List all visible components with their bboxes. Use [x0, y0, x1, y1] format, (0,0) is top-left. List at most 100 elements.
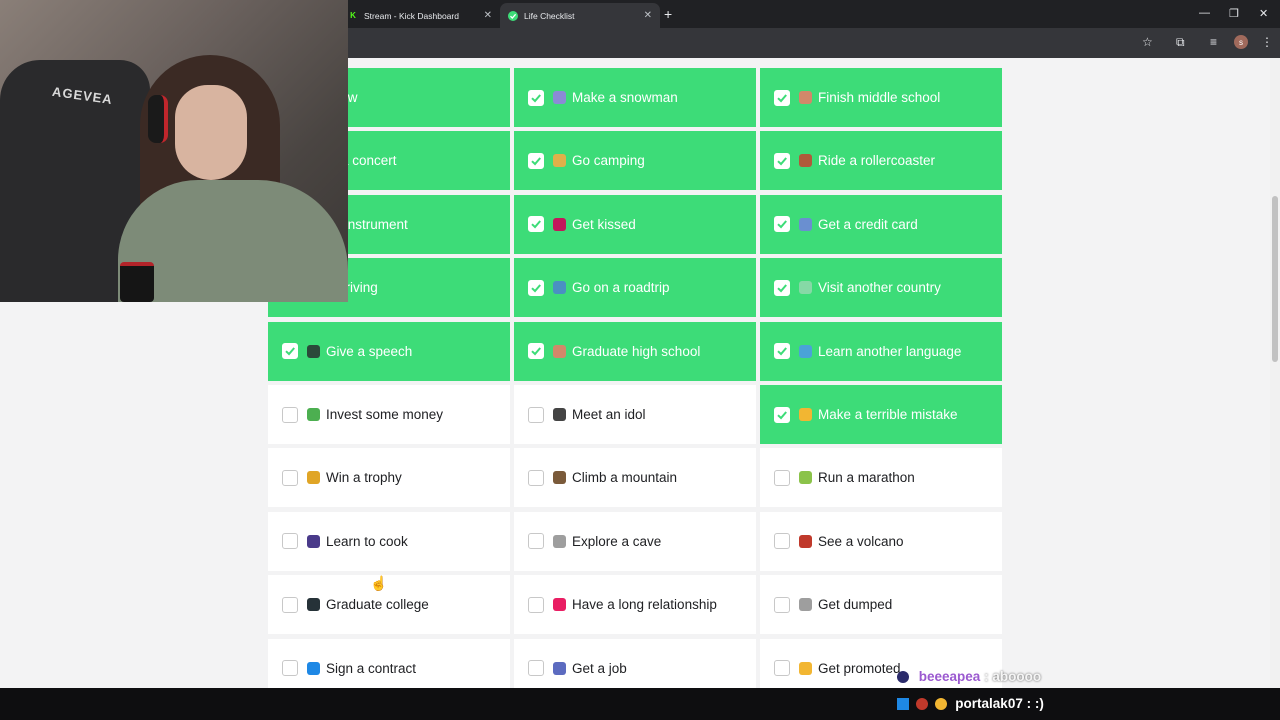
checkbox[interactable] [774, 343, 790, 360]
checklist-item[interactable]: Graduate college [268, 575, 510, 635]
star-icon[interactable]: ☆ [1142, 35, 1153, 49]
tab-title: Life Checklist [524, 10, 575, 21]
mug-icon [120, 262, 154, 302]
checkbox[interactable] [774, 216, 790, 233]
checklist-item[interactable]: Learn another language [760, 321, 1002, 381]
stream-bottom-bar: portalak07 : :) [0, 688, 1280, 720]
checklist-item[interactable]: Sign a contract [268, 638, 510, 688]
checklist-item[interactable]: Get dumped [760, 575, 1002, 635]
volcano-icon [799, 534, 812, 548]
checklist-item[interactable]: Invest some money [268, 385, 510, 444]
checklist-item[interactable]: Make a terrible mistake [760, 385, 1002, 444]
close-icon[interactable]: ✕ [484, 10, 492, 21]
restore-icon[interactable]: ❐ [1229, 7, 1239, 20]
checkbox[interactable] [282, 469, 298, 486]
scrollbar-thumb[interactable] [1272, 196, 1278, 362]
chat-message: portalak07 : :) [897, 696, 1044, 711]
checkbox[interactable] [528, 469, 544, 486]
snowman-icon [553, 91, 566, 104]
checklist-item[interactable]: Get a job [514, 638, 756, 688]
trash-icon [799, 598, 812, 612]
chat-text: : :) [1026, 696, 1044, 711]
checkbox[interactable] [774, 469, 790, 486]
checkbox[interactable] [774, 596, 790, 613]
checkbox[interactable] [774, 89, 790, 106]
checklist-item-label: Get a job [572, 660, 627, 676]
checklist-item[interactable]: Learn to cook [268, 511, 510, 571]
checklist-item[interactable]: Have a long relationship [514, 575, 756, 635]
checklist-item[interactable]: Make a snowman [514, 68, 756, 127]
chat-username: portalak07 [955, 696, 1023, 711]
media-control-icon[interactable]: ≡ [1210, 35, 1217, 49]
checkbox[interactable] [528, 216, 544, 233]
chat-text: : aboooo [984, 669, 1042, 684]
checklist-item-label: Graduate high school [572, 343, 701, 359]
menu-kebab-icon[interactable]: ⋮ [1261, 35, 1273, 49]
mouse-cursor-icon: ☝ [370, 575, 388, 591]
checkbox[interactable] [774, 406, 790, 423]
checklist-item[interactable]: Finish middle school [760, 68, 1002, 127]
check-circle-icon [508, 10, 518, 21]
chat-avatar-icon [897, 671, 909, 684]
checkbox[interactable] [528, 596, 544, 613]
hearts-icon [553, 598, 566, 612]
checkbox[interactable] [774, 533, 790, 550]
checklist-item[interactable]: Explore a cave [514, 511, 756, 571]
minimize-icon[interactable]: — [1199, 7, 1210, 19]
profile-avatar[interactable]: s [1234, 35, 1248, 49]
checkbox[interactable] [528, 152, 544, 169]
graduation-cap-icon [307, 598, 320, 612]
kick-logo-icon: K [350, 11, 356, 20]
checkbox[interactable] [528, 533, 544, 550]
camera-icon [553, 408, 566, 421]
mountain-icon [553, 471, 566, 485]
checklist-item-label: Run a marathon [818, 470, 915, 486]
page-scrollbar[interactable] [1270, 58, 1280, 688]
checklist-item[interactable]: Get a credit card [760, 194, 1002, 254]
checkbox[interactable] [774, 279, 790, 296]
checklist-item-label: Invest some money [326, 407, 444, 422]
close-window-icon[interactable]: ✕ [1259, 7, 1268, 20]
checkbox[interactable] [528, 660, 544, 677]
new-tab-button[interactable]: + [664, 6, 672, 22]
checklist-item[interactable]: Visit another country [760, 258, 1002, 318]
checklist-item[interactable]: Ride a rollercoaster [760, 131, 1002, 191]
plane-icon [799, 281, 812, 295]
checklist-item[interactable]: Give a speech [268, 321, 510, 381]
checkbox[interactable] [282, 343, 298, 360]
checkbox[interactable] [528, 343, 544, 360]
tab-life-checklist[interactable]: Life Checklist ✕ [500, 3, 660, 28]
checkbox[interactable] [282, 660, 298, 677]
checklist-item-label: Meet an idol [572, 407, 646, 422]
school-icon [553, 344, 566, 358]
checkbox[interactable] [282, 596, 298, 613]
checklist-item[interactable]: Go camping [514, 131, 756, 191]
checklist-item-label: Climb a mountain [572, 470, 678, 486]
checklist-item[interactable]: Go on a roadtrip [514, 258, 756, 318]
webcam-overlay: AGEVEA [0, 0, 348, 302]
checklist-item[interactable]: Climb a mountain [514, 448, 756, 508]
extensions-icon[interactable]: ⧉ [1176, 35, 1185, 50]
lips-icon [553, 217, 566, 231]
microphone-icon [307, 344, 320, 358]
checklist-item[interactable]: Run a marathon [760, 448, 1002, 508]
close-icon[interactable]: ✕ [644, 10, 652, 21]
checklist-item[interactable]: Get kissed [514, 194, 756, 254]
checkbox[interactable] [528, 279, 544, 296]
checklist-item[interactable]: Graduate high school [514, 321, 756, 381]
checklist-item-label: Explore a cave [572, 533, 662, 549]
tab-kick-dashboard[interactable]: K Stream - Kick Dashboard ✕ [340, 3, 500, 28]
checklist-item[interactable]: Meet an idol [514, 385, 756, 444]
running-icon [799, 471, 812, 485]
checkbox[interactable] [528, 89, 544, 106]
checkbox[interactable] [528, 406, 544, 423]
trophy-icon [307, 471, 320, 485]
checklist-item[interactable]: See a volcano [760, 511, 1002, 571]
checklist-item[interactable]: Win a trophy [268, 448, 510, 508]
checkbox[interactable] [774, 660, 790, 677]
sub-badge-icon [915, 698, 928, 711]
checkbox[interactable] [282, 406, 298, 423]
checklist-item-label: Learn another language [818, 343, 962, 359]
checkbox[interactable] [774, 152, 790, 169]
checkbox[interactable] [282, 533, 298, 550]
